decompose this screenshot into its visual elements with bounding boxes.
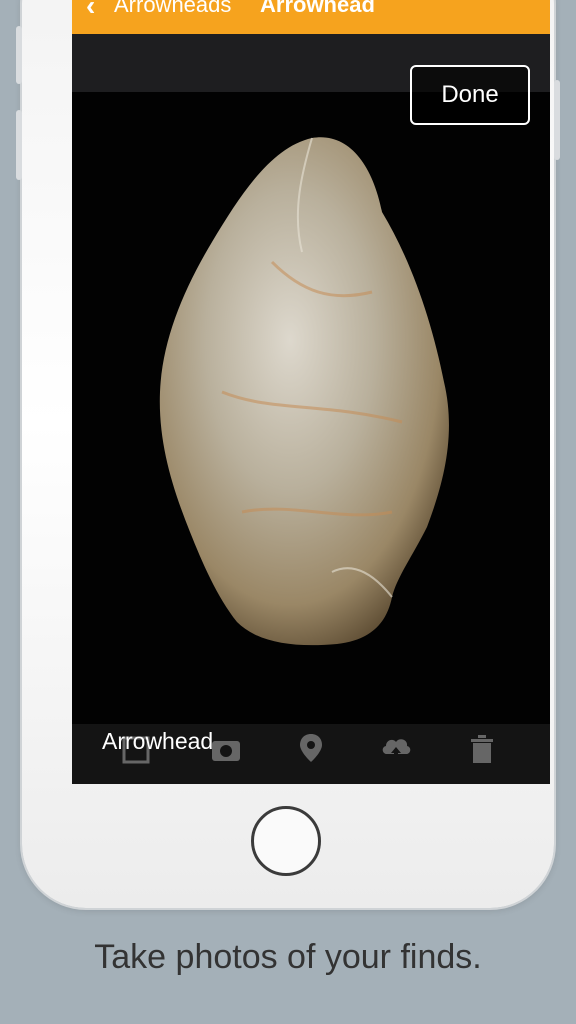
phone-frame: ‹ Arrowheads Arrowhead Done Arrowhead: [16, 0, 560, 908]
tagline: Take photos of your finds.: [94, 938, 482, 976]
artifact-photo: [72, 92, 550, 724]
back-button[interactable]: Arrowheads: [114, 0, 231, 18]
screen: ‹ Arrowheads Arrowhead Done Arrowhead: [72, 0, 550, 784]
nav-title: Arrowhead: [260, 0, 375, 17]
back-chevron-icon[interactable]: ‹: [86, 0, 95, 22]
trash-icon[interactable]: [465, 732, 499, 766]
photo-caption: Arrowhead: [102, 728, 214, 754]
camera-icon[interactable]: [209, 732, 243, 766]
navigation-bar: ‹ Arrowheads Arrowhead: [72, 0, 550, 34]
mute-switch: [16, 26, 22, 84]
location-pin-icon[interactable]: [294, 732, 328, 766]
power-button: [554, 80, 560, 160]
home-button[interactable]: [251, 806, 321, 876]
cloud-upload-icon[interactable]: [379, 732, 413, 766]
arrowhead-image: [159, 137, 449, 646]
done-button[interactable]: Done: [410, 65, 530, 125]
volume-up-button: [16, 110, 22, 180]
bottom-toolbar: Arrowhead: [72, 724, 550, 784]
